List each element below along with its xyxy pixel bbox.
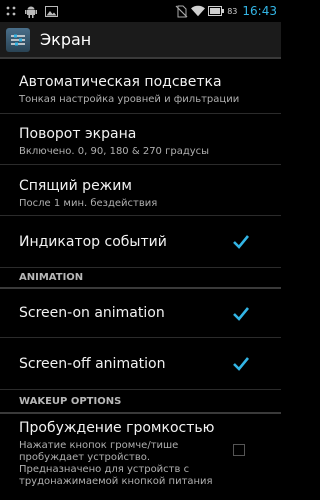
setting-title: Индикатор событий	[19, 233, 167, 250]
setting-title: Screen-on animation	[19, 305, 165, 321]
setting-subtitle: Тонкая настройка уровней и фильтрации	[19, 94, 240, 105]
android-robot-icon	[24, 4, 38, 18]
setting-screen-on-animation[interactable]: Screen-on animation	[0, 289, 281, 338]
screen-on-checkbox[interactable]	[233, 306, 250, 321]
settings-display-icon[interactable]	[6, 27, 30, 52]
notification-dots-icon	[4, 4, 18, 18]
setting-screen-rotation[interactable]: Поворот экрана Включено. 0, 90, 180 & 27…	[0, 114, 281, 165]
setting-title: Screen-off animation	[19, 355, 166, 372]
setting-description-line: трудонажимаемой кнопкой питания	[19, 476, 213, 487]
section-header-wakeup: WAKEUP OPTIONS	[0, 390, 281, 414]
wifi-icon	[191, 4, 206, 18]
setting-auto-brightness[interactable]: Автоматическая подсветка Тонкая настройк…	[0, 61, 281, 114]
battery-icon	[208, 4, 225, 18]
setting-event-indicator[interactable]: Индикатор событий	[0, 216, 281, 268]
page-title: Экран	[40, 30, 92, 49]
section-header-animation: ANIMATION	[0, 268, 281, 289]
notification-icons	[4, 0, 58, 22]
event-indicator-checkbox[interactable]	[233, 234, 250, 249]
no-sim-icon	[174, 4, 188, 18]
screen-off-checkbox[interactable]	[233, 356, 250, 371]
setting-title: Поворот экрана	[19, 126, 137, 142]
setting-screen-off-animation[interactable]: Screen-off animation	[0, 338, 281, 390]
battery-level: 83	[227, 6, 238, 16]
system-icons: 83 16:43	[174, 0, 277, 22]
clock: 16:43	[242, 4, 277, 18]
setting-description-line: Предназначено для устройств с	[19, 464, 190, 475]
action-bar: Экран	[0, 22, 281, 59]
volume-wake-checkbox[interactable]	[233, 444, 245, 456]
image-icon	[44, 4, 58, 18]
setting-sleep[interactable]: Спящий режим После 1 мин. бездействия	[0, 165, 281, 216]
settings-list: Автоматическая подсветка Тонкая настройк…	[0, 61, 281, 494]
setting-volume-wake[interactable]: Пробуждение громкостью Нажатие кнопок гр…	[0, 414, 281, 494]
setting-subtitle: После 1 мин. бездействия	[19, 198, 158, 209]
setting-title: Пробуждение громкостью	[19, 420, 215, 436]
setting-title: Спящий режим	[19, 178, 132, 194]
setting-subtitle: Включено. 0, 90, 180 & 270 градусы	[19, 146, 210, 157]
setting-title: Автоматическая подсветка	[19, 74, 222, 90]
status-bar: 83 16:43	[0, 0, 281, 22]
